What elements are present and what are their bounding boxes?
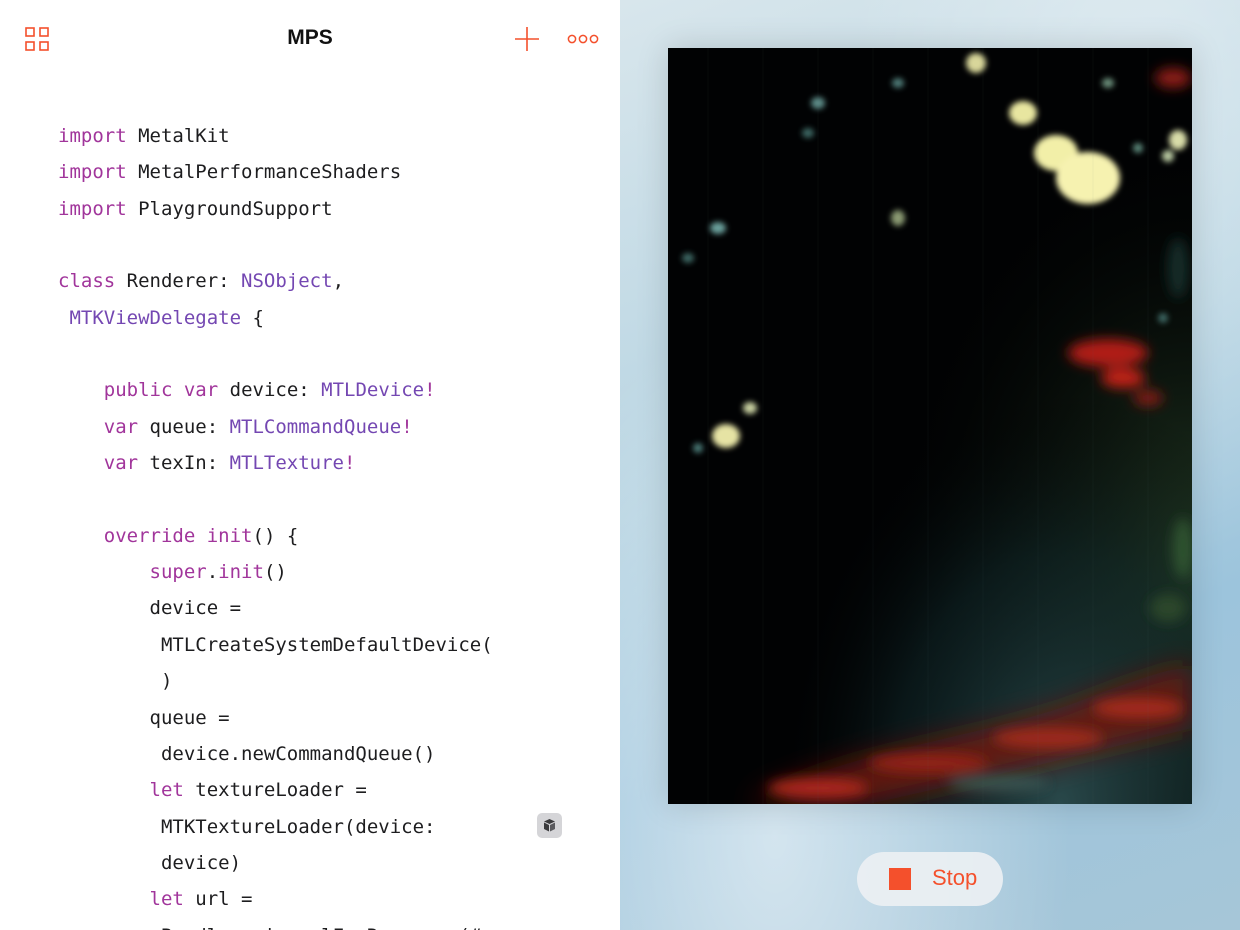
code-keyword: import	[58, 197, 127, 220]
code-text: () {	[252, 524, 299, 547]
code-text: ()	[263, 561, 287, 584]
code-line[interactable]: override init() {	[58, 518, 598, 554]
code-text: Bundle.main.urlForResource(#	[58, 925, 481, 930]
code-keyword: var	[103, 452, 139, 475]
code-line[interactable]	[58, 481, 598, 517]
code-line[interactable]: class Renderer: NSObject,	[58, 263, 598, 299]
code-keyword: import	[58, 161, 127, 184]
code-keyword: override	[103, 524, 196, 547]
code-line[interactable]: queue =	[58, 700, 598, 736]
code-line[interactable]	[58, 336, 598, 372]
code-line[interactable]: device.newCommandQueue()	[58, 736, 598, 772]
code-line[interactable]: import PlaygroundSupport	[58, 191, 598, 227]
ellipsis-icon[interactable]	[566, 30, 600, 48]
code-keyword: !	[424, 379, 436, 402]
code-text: device =	[58, 597, 242, 620]
code-keyword: var	[183, 379, 219, 402]
code-keyword: init	[206, 524, 253, 547]
code-line[interactable]: MTKViewDelegate {	[58, 300, 598, 336]
code-keyword: import	[58, 125, 127, 147]
stop-button-label: Stop	[932, 865, 978, 890]
code-type: MTKViewDelegate	[69, 306, 242, 329]
code-keyword: class	[58, 270, 116, 293]
stop-square-icon	[889, 868, 911, 890]
code-keyword: public	[103, 379, 173, 402]
live-view-pane: Stop	[620, 0, 1240, 930]
grid-icon[interactable]	[22, 24, 52, 54]
code-line[interactable]: device =	[58, 590, 598, 626]
code-text: MTKTextureLoader(device:	[58, 815, 436, 838]
code-line[interactable]: import MetalKit	[58, 118, 598, 154]
stop-button[interactable]: Stop	[857, 852, 1003, 906]
code-text: Renderer:	[115, 270, 242, 293]
code-text: queue =	[58, 706, 230, 729]
navigation-bar: MPS	[0, 0, 620, 78]
code-line[interactable]: var queue: MTLCommandQueue!	[58, 409, 598, 445]
code-text: queue:	[138, 415, 230, 438]
code-text: texIn:	[138, 452, 230, 475]
code-keyword: let	[149, 779, 184, 802]
code-editor-pane[interactable]: MPS import MetalKit import MetalPerforman…	[0, 0, 620, 930]
code-line[interactable]: let url =	[58, 881, 598, 917]
code-line[interactable]: var texIn: MTLTexture!	[58, 445, 598, 481]
code-type: MTLDevice	[321, 379, 425, 402]
code-line[interactable]: import MetalPerformanceShaders	[58, 154, 598, 190]
code-text: )	[58, 670, 173, 693]
code-line[interactable]: MTKTextureLoader(device:	[58, 809, 598, 845]
code-text: textureLoader =	[183, 779, 367, 802]
code-line[interactable]: Bundle.main.urlForResource(#	[58, 918, 598, 930]
code-line[interactable]: super.init()	[58, 554, 598, 590]
source-code[interactable]: import MetalKit import MetalPerformanceSh…	[58, 118, 598, 930]
code-text: .	[206, 561, 219, 584]
code-keyword: !	[401, 415, 413, 438]
code-keyword: let	[149, 888, 184, 911]
code-text: device)	[58, 851, 242, 874]
code-text: device:	[218, 379, 322, 402]
code-text: ,	[332, 270, 345, 293]
code-text: MetalKit	[126, 125, 230, 147]
code-keyword: var	[103, 415, 139, 438]
code-text: {	[241, 306, 264, 329]
code-text: url =	[183, 888, 253, 911]
code-text: device.newCommandQueue()	[58, 742, 436, 765]
code-text: PlaygroundSupport	[126, 197, 333, 220]
plus-icon[interactable]	[512, 24, 542, 54]
code-text: MetalPerformanceShaders	[126, 161, 402, 184]
code-text: MTLCreateSystemDefaultDevice(	[58, 633, 493, 656]
code-line[interactable]: )	[58, 663, 598, 699]
code-type: MTLCommandQueue	[229, 415, 402, 438]
code-line[interactable]: public var device: MTLDevice!	[58, 372, 598, 408]
code-line[interactable]: let textureLoader =	[58, 772, 598, 808]
code-line[interactable]	[58, 227, 598, 263]
code-line[interactable]: MTLCreateSystemDefaultDevice(	[58, 627, 598, 663]
code-keyword: super	[149, 561, 207, 584]
code-line[interactable]: device)	[58, 845, 598, 881]
code-keyword: !	[344, 452, 356, 475]
cube-icon[interactable]	[537, 813, 562, 838]
code-type: MTLTexture	[229, 452, 344, 475]
code-keyword: init	[218, 561, 264, 584]
code-type: NSObject	[241, 270, 333, 293]
metal-render-view[interactable]	[668, 48, 1192, 804]
